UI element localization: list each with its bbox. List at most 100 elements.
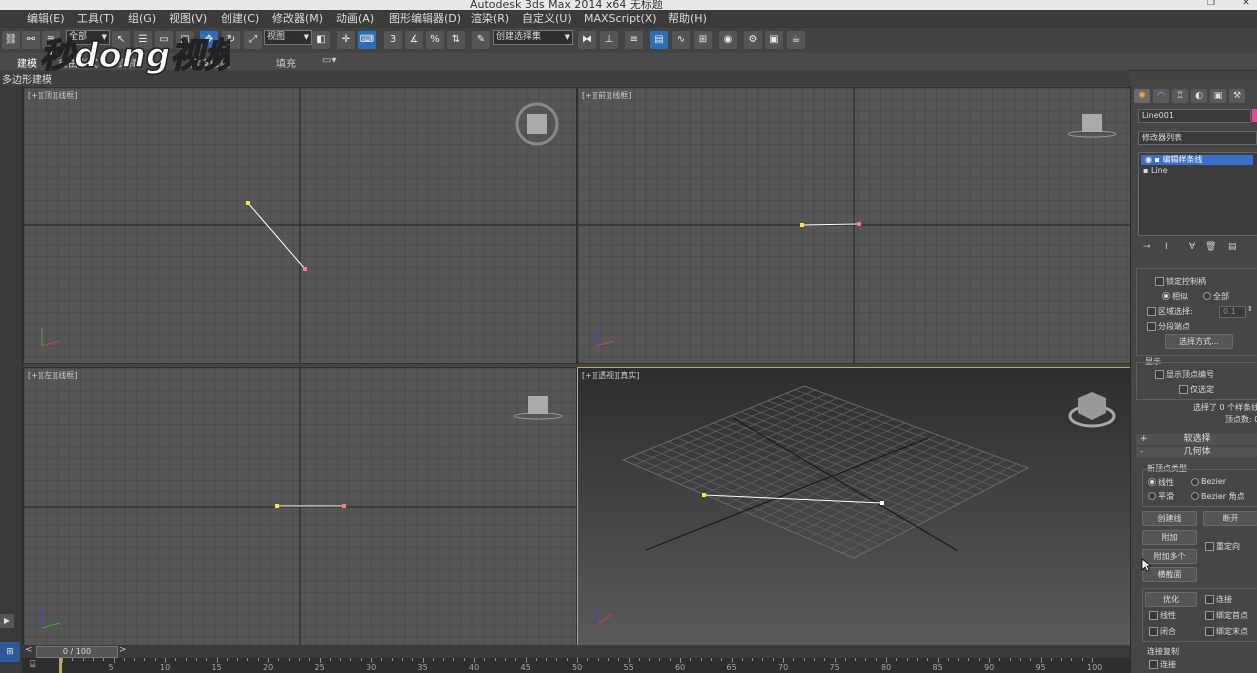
track-tick: [206, 658, 208, 661]
show-end-result-icon[interactable]: Ⅰ: [1165, 242, 1168, 252]
connect-checkbox[interactable]: [1205, 595, 1214, 604]
bezier-radio[interactable]: [1191, 478, 1199, 486]
time-slider[interactable]: < 0 / 100 >: [22, 645, 1130, 658]
pin-stack-icon[interactable]: ⊸: [1143, 242, 1151, 252]
segment-end-checkbox[interactable]: [1147, 322, 1156, 331]
geometry-title: 几何体: [1183, 447, 1211, 457]
track-tick-label: 50: [572, 663, 583, 672]
next-frame-icon[interactable]: >: [119, 645, 127, 655]
all-radio[interactable]: [1203, 292, 1211, 300]
similar-label: 相似: [1172, 292, 1188, 301]
bind-first-checkbox[interactable]: [1205, 611, 1214, 620]
track-tick: [556, 658, 558, 661]
prev-frame-icon[interactable]: <: [25, 645, 33, 655]
track-tick: [710, 658, 712, 661]
track-tick: [185, 658, 187, 661]
bezier-corner-radio[interactable]: [1191, 492, 1199, 500]
spline-vertex-end-top[interactable]: [303, 267, 307, 271]
linear-checkbox[interactable]: [1149, 611, 1158, 620]
linear-radio[interactable]: [1148, 478, 1156, 486]
selected-only-label: 仅选定: [1190, 385, 1214, 394]
area-select-checkbox[interactable]: [1147, 307, 1156, 316]
show-vertex-numbers-label: 显示顶点编号: [1166, 370, 1214, 379]
track-tick: [896, 658, 898, 661]
configure-sets-icon[interactable]: ▤: [1228, 242, 1237, 252]
soft-selection-rollout[interactable]: + 软选择: [1136, 434, 1257, 445]
vertex-count-status: 顶点数: 0: [1225, 415, 1257, 424]
track-tick-label: 90: [984, 663, 995, 672]
track-tick: [824, 658, 826, 661]
area-select-spinner-icon[interactable]: ⇕: [1247, 305, 1253, 313]
track-tick: [92, 658, 94, 661]
track-tick: [978, 658, 980, 661]
area-select-value[interactable]: 0.1: [1219, 306, 1246, 318]
track-tick: [865, 658, 867, 661]
track-tick: [1061, 658, 1063, 661]
modify-tab-icon[interactable]: ◠: [1153, 89, 1169, 103]
stack-item-edit-spline[interactable]: ◉ ▪ 编辑样条线: [1141, 155, 1253, 165]
track-tick: [793, 658, 795, 661]
track-tick: [103, 658, 105, 661]
track-tick: [958, 658, 960, 661]
object-color-swatch[interactable]: [1252, 109, 1257, 122]
lock-handles-checkbox[interactable]: [1155, 277, 1164, 286]
selected-only-checkbox[interactable]: [1179, 385, 1188, 394]
modifier-list-dropdown[interactable]: 修改器列表: [1138, 131, 1257, 145]
spline-segment-perspective[interactable]: [703, 494, 883, 504]
show-vertex-numbers-checkbox[interactable]: [1155, 370, 1164, 379]
track-tick: [288, 658, 290, 661]
closed-checkbox[interactable]: [1149, 627, 1158, 636]
track-bar[interactable]: ⌸ 5 10 15 20 25 30 35 40 45 50 55 60 65 70 75 80 85 90 95 1…: [22, 658, 1130, 673]
track-tick-label: 70: [778, 663, 789, 672]
reorient-checkbox[interactable]: [1205, 542, 1214, 551]
track-tick: [113, 658, 115, 663]
refine-button[interactable]: 优化: [1145, 592, 1197, 607]
bind-last-checkbox[interactable]: [1205, 627, 1214, 636]
smooth-radio[interactable]: [1148, 492, 1156, 500]
track-ticks: 5 10 15 20 25 30 35 40 45 50 55 60 65 70 75 80 85 90 95 100: [22, 658, 1130, 673]
bind-first-label: 绑定首点: [1216, 611, 1248, 620]
spline-segment-top[interactable]: [247, 202, 306, 270]
track-tick: [772, 658, 774, 661]
connect-copy-checkbox[interactable]: [1149, 660, 1158, 669]
track-tick: [844, 658, 846, 661]
modifier-stack: ◉ ▪ 编辑样条线 ▪ Line: [1138, 152, 1257, 236]
track-tick-label: 85: [932, 663, 943, 672]
time-slider-thumb[interactable]: 0 / 100: [36, 646, 118, 658]
track-tick: [927, 658, 929, 661]
track-tick-label: 15: [211, 663, 222, 672]
spline-vertex-end-front[interactable]: [857, 222, 861, 226]
spline-vertex-start-front[interactable]: [800, 223, 804, 227]
hierarchy-tab-icon[interactable]: ♖: [1172, 89, 1188, 103]
track-tick-label: 65: [726, 663, 737, 672]
track-tick: [618, 658, 620, 661]
spline-vertex-end-perspective[interactable]: [880, 501, 884, 505]
object-name-field[interactable]: Line001: [1138, 109, 1251, 123]
track-tick: [309, 658, 311, 661]
spline-vertex-start-left[interactable]: [275, 504, 279, 508]
create-line-button[interactable]: 创建线: [1142, 511, 1197, 526]
display-tab-icon[interactable]: ▣: [1210, 89, 1226, 103]
break-button[interactable]: 断开: [1203, 511, 1257, 526]
spline-vertex-start-top[interactable]: [246, 201, 250, 205]
lock-handles-label: 锁定控制柄: [1166, 277, 1206, 286]
motion-tab-icon[interactable]: ◐: [1191, 89, 1207, 103]
track-tick: [432, 658, 434, 661]
track-tick: [195, 658, 197, 661]
create-tab-icon[interactable]: ✺: [1134, 89, 1150, 103]
connect-copy-label: 连接: [1160, 660, 1176, 669]
spline-segment-front[interactable]: [801, 223, 860, 226]
make-unique-icon[interactable]: ∀: [1189, 242, 1195, 252]
track-tick: [916, 658, 918, 661]
spline-vertex-start-perspective[interactable]: [702, 493, 706, 497]
geometry-rollout[interactable]: - 几何体: [1136, 447, 1257, 458]
bezier-corner-radio-label: Bezier 角点: [1201, 492, 1245, 501]
select-by-button[interactable]: 选择方式...: [1165, 334, 1233, 349]
remove-modifier-icon[interactable]: 🗑: [1205, 242, 1216, 252]
track-tick: [1019, 658, 1021, 661]
utilities-tab-icon[interactable]: ⚒: [1229, 89, 1245, 103]
attach-button[interactable]: 附加: [1142, 530, 1197, 545]
similar-radio[interactable]: [1162, 292, 1170, 300]
stack-item-line[interactable]: ▪ Line: [1141, 166, 1253, 176]
spline-vertex-end-left[interactable]: [342, 504, 346, 508]
